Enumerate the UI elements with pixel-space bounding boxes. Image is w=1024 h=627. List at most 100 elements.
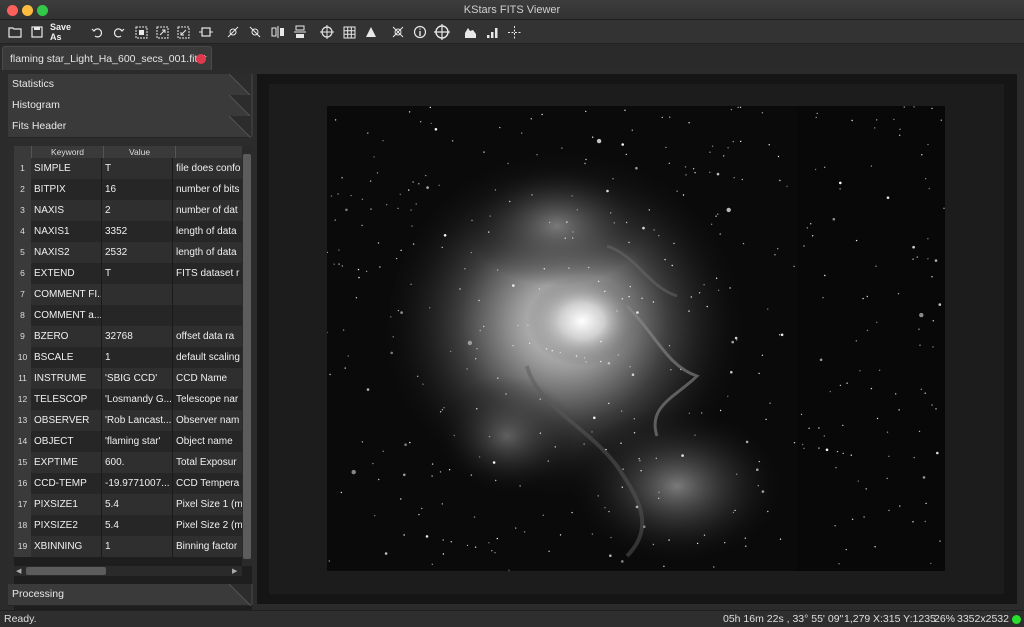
comment-cell: offset data ra xyxy=(176,331,235,342)
table-row[interactable]: 16 CCD-TEMP -19.9771007... CCD Tempera xyxy=(14,473,242,494)
scroll-right-icon[interactable]: ▶ xyxy=(232,567,237,575)
scroll-thumb[interactable] xyxy=(243,154,251,559)
fits-header-section-header[interactable]: Fits Header xyxy=(8,116,253,138)
histogram-icon[interactable] xyxy=(461,22,479,42)
rotate-icon[interactable] xyxy=(291,22,309,42)
table-row[interactable]: 15 EXPTIME 600. Total Exposur xyxy=(14,452,242,473)
keyword-cell: CCD-TEMP xyxy=(34,473,102,494)
table-row[interactable]: 17 PIXSIZE1 5.4 Pixel Size 1 (m xyxy=(14,494,242,515)
floppy-disk-icon[interactable] xyxy=(27,22,47,42)
table-row[interactable]: 8 COMMENT a... xyxy=(14,305,242,326)
statistics-section-header[interactable]: Statistics xyxy=(8,74,253,96)
value-cell: 1 xyxy=(105,536,173,557)
table-row[interactable]: 11 INSTRUME 'SBIG CCD' CCD Name xyxy=(14,368,242,389)
horizontal-scrollbar[interactable]: ◀ ▶ xyxy=(14,566,242,576)
value-cell: 1 xyxy=(105,347,173,368)
value-cell: 5.4 xyxy=(105,494,173,515)
row-number: 8 xyxy=(14,305,31,326)
row-number: 7 xyxy=(14,284,31,305)
keyword-cell: COMMENT FI... xyxy=(34,284,102,305)
table-row[interactable]: 10 BSCALE 1 default scaling xyxy=(14,347,242,368)
target-icon[interactable] xyxy=(433,22,451,42)
image-canvas[interactable] xyxy=(269,84,1004,594)
zoom-in-icon[interactable] xyxy=(153,22,171,42)
value-column-header[interactable]: Value xyxy=(104,146,176,158)
objects-icon[interactable] xyxy=(389,22,407,42)
row-number: 3 xyxy=(14,200,31,221)
fits-header-table[interactable]: Keyword Value 1 SIMPLE Tfile does confo 2 BI… xyxy=(14,146,252,627)
row-number: 18 xyxy=(14,515,31,536)
table-row[interactable]: 5 NAXIS2 2532 length of data xyxy=(14,242,242,263)
comment-cell: number of bits xyxy=(176,184,240,195)
zoom-default-icon[interactable] xyxy=(174,22,192,42)
comment-cell: Pixel Size 2 (m xyxy=(176,520,242,531)
scroll-left-icon[interactable]: ◀ xyxy=(16,567,21,575)
value-cell: 32768 xyxy=(105,326,173,347)
value-cell: 2 xyxy=(105,200,173,221)
fold-corner-icon xyxy=(229,116,251,138)
value-cell: T xyxy=(105,263,173,284)
side-panel: Statistics Histogram Fits Header Keyword… xyxy=(8,74,253,627)
pixel-grid-icon[interactable] xyxy=(340,22,358,42)
row-number: 11 xyxy=(14,368,31,389)
keyword-cell: EXPTIME xyxy=(34,452,102,473)
table-row[interactable]: 13 OBSERVER 'Rob Lancast... Observer nam xyxy=(14,410,242,431)
row-number: 12 xyxy=(14,389,31,410)
folder-open-icon[interactable] xyxy=(5,22,25,42)
row-number: 15 xyxy=(14,452,31,473)
status-bar: Ready. 05h 16m 22s , 33° 55' 09" 1,279 X… xyxy=(0,610,1024,627)
bar-stats-icon[interactable] xyxy=(483,22,501,42)
status-led-icon xyxy=(1012,615,1021,624)
row-number: 14 xyxy=(14,431,31,452)
table-row[interactable]: 7 COMMENT FI... xyxy=(14,284,242,305)
info-icon[interactable] xyxy=(411,22,429,42)
equatorial-grid-icon[interactable] xyxy=(362,22,380,42)
fits-header-label: Fits Header xyxy=(12,120,67,132)
pan-icon[interactable] xyxy=(505,22,523,42)
table-row[interactable]: 14 OBJECT'flaming star' Object name xyxy=(14,431,242,452)
table-row[interactable]: 1 SIMPLE Tfile does confo xyxy=(14,158,242,179)
comment-cell: file does confo xyxy=(176,163,241,174)
flip-horizontal-icon[interactable] xyxy=(246,22,264,42)
keyword-column-header[interactable]: Keyword xyxy=(32,146,104,158)
histogram-label: Histogram xyxy=(12,99,60,111)
redo-icon[interactable] xyxy=(110,22,128,42)
table-header: Keyword Value xyxy=(14,146,242,158)
table-row[interactable]: 3 NAXIS 2 number of dat xyxy=(14,200,242,221)
zoom-fit-icon[interactable] xyxy=(132,22,150,42)
comment-cell: length of data xyxy=(176,226,237,237)
table-row[interactable]: 19 XBINNING 1 Binning factor xyxy=(14,536,242,557)
undo-icon[interactable] xyxy=(88,22,106,42)
row-number: 13 xyxy=(14,410,31,431)
window-title: KStars FITS Viewer xyxy=(463,4,561,16)
value-cell: 'Losmandy G... xyxy=(105,389,173,410)
comment-cell xyxy=(176,284,242,305)
crosshair-icon[interactable] xyxy=(318,22,336,42)
zoom-level: 26% xyxy=(934,613,956,625)
stretch-icon[interactable] xyxy=(197,22,215,42)
stars-icon[interactable] xyxy=(224,22,242,42)
tab-fits-file[interactable]: flaming star_Light_Ha_600_secs_001.fits* xyxy=(2,46,212,70)
table-row[interactable]: 4 NAXIS1 3352 length of data xyxy=(14,221,242,242)
processing-section-header[interactable]: Processing xyxy=(8,584,253,606)
table-row[interactable]: 12 TELESCOP 'Losmandy G... Telescope nar xyxy=(14,389,242,410)
keyword-cell: COMMENT a... xyxy=(34,305,102,326)
table-row[interactable]: 18 PIXSIZE2 5.4 Pixel Size 2 (m xyxy=(14,515,242,536)
tab-label: flaming star_Light_Ha_600_secs_001.fits* xyxy=(10,53,207,65)
table-row[interactable]: 2 BITPIX 16 number of bits xyxy=(14,179,242,200)
image-viewer[interactable] xyxy=(257,74,1017,604)
close-tab-icon[interactable] xyxy=(196,54,206,64)
keyword-cell: OBJECT xyxy=(34,431,102,452)
flip-vertical-icon[interactable] xyxy=(269,22,287,42)
value-cell: 'flaming star' xyxy=(105,431,173,452)
fits-image[interactable] xyxy=(327,106,945,571)
comment-cell: Observer nam xyxy=(176,415,240,426)
vertical-scrollbar[interactable] xyxy=(242,146,252,566)
save-as-button[interactable]: Save As xyxy=(50,22,84,42)
histogram-section-header[interactable]: Histogram xyxy=(8,95,253,117)
table-row[interactable]: 9 BZERO 32768 offset data ra xyxy=(14,326,242,347)
comment-column-header[interactable] xyxy=(176,146,242,158)
scroll-thumb[interactable] xyxy=(26,567,106,575)
tab-bar: flaming star_Light_Ha_600_secs_001.fits* xyxy=(0,44,1024,70)
table-row[interactable]: 6 EXTEND T FITS dataset r xyxy=(14,263,242,284)
